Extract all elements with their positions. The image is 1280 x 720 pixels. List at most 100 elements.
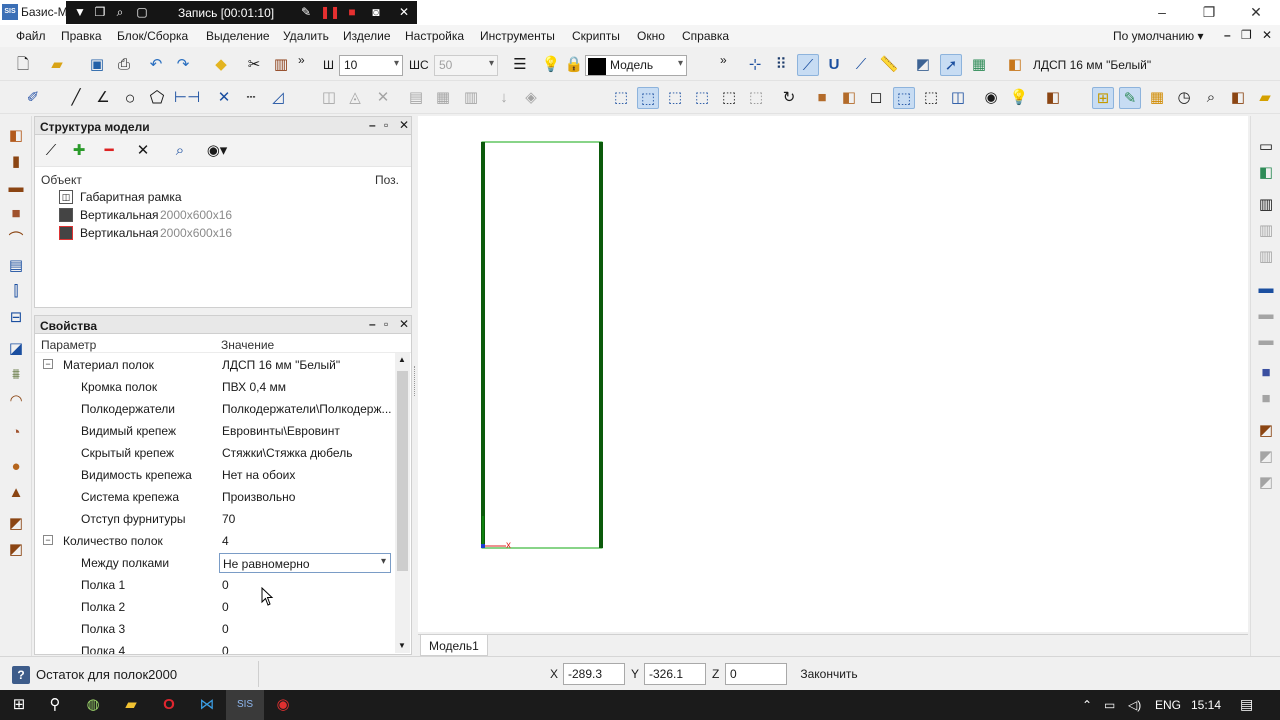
- menu-scripts[interactable]: Скрипты: [572, 29, 620, 43]
- measure-button[interactable]: 📏: [878, 54, 900, 76]
- right-tool-6[interactable]: ▬: [1255, 278, 1277, 300]
- opera-button[interactable]: O: [150, 690, 188, 720]
- view-bottom-button[interactable]: ⬚: [745, 87, 767, 109]
- disabled-tool-4[interactable]: ▤: [405, 87, 427, 109]
- hidden-lines-button[interactable]: ◻: [865, 87, 887, 109]
- prop-row[interactable]: − Количество полок 4: [35, 530, 395, 552]
- right-tool-13[interactable]: ◩: [1255, 472, 1277, 494]
- library-button[interactable]: ◆: [210, 54, 232, 76]
- cone-tool[interactable]: ▲: [5, 482, 27, 504]
- tree-tools-button[interactable]: ✕: [132, 140, 154, 162]
- collapse-icon[interactable]: −: [43, 359, 53, 369]
- curved-panel-tool[interactable]: ⌒: [5, 229, 27, 251]
- material-button[interactable]: ◧: [1004, 54, 1026, 76]
- select-mode-button[interactable]: ➚: [940, 54, 962, 76]
- volume-icon[interactable]: ◁): [1128, 698, 1141, 712]
- right-tool-4[interactable]: ▥: [1255, 220, 1277, 242]
- close-icon[interactable]: ✕: [1247, 3, 1265, 21]
- facade-tool[interactable]: ⩩: [5, 364, 27, 386]
- vertical-panel-tool[interactable]: ▮: [5, 151, 27, 173]
- dimension-tool-button[interactable]: ⊢⊣: [174, 87, 200, 109]
- disabled-tool-3[interactable]: ✕: [372, 87, 394, 109]
- circle-tool-button[interactable]: ○: [119, 87, 141, 109]
- zoom-region-button[interactable]: ⌕: [1200, 87, 1222, 109]
- horizontal-divider-tool[interactable]: ⊟: [5, 307, 27, 329]
- menu-tools[interactable]: Инструменты: [480, 29, 555, 43]
- tree-item-panel-2[interactable]: Вертикальная 2000x600x16: [35, 224, 411, 242]
- menu-file[interactable]: Файл: [16, 29, 46, 43]
- prop-row[interactable]: − Материал полок ЛДСП 16 мм "Белый": [35, 354, 395, 376]
- taskbar-app-1[interactable]: ◍: [74, 690, 112, 720]
- file-explorer-button[interactable]: ▰: [112, 690, 150, 720]
- y-coordinate-input[interactable]: -326.1: [644, 663, 706, 685]
- basis-app-icon[interactable]: SIS: [2, 4, 18, 20]
- wire-all-button[interactable]: ⬚: [920, 87, 942, 109]
- recorder-button[interactable]: ◉: [264, 690, 302, 720]
- panel-maximize-icon[interactable]: ▫: [384, 317, 388, 331]
- tree-item-panel-1[interactable]: Вертикальная 2000x600x16: [35, 206, 411, 224]
- divider-tool[interactable]: ⫿: [5, 281, 27, 303]
- prop-row[interactable]: Полка 3 0: [35, 618, 395, 640]
- right-tool-12[interactable]: ◩: [1255, 446, 1277, 468]
- toolbar-overflow-2[interactable]: »: [720, 53, 727, 67]
- start-button[interactable]: ⊞: [0, 690, 38, 720]
- tree-add-button[interactable]: ✚: [68, 140, 90, 162]
- mdi-restore-icon[interactable]: ❐: [1241, 28, 1252, 42]
- width-input[interactable]: 10 ▾: [339, 55, 403, 76]
- right-tool-7[interactable]: ▬: [1255, 304, 1277, 326]
- disabled-tool-6[interactable]: ▥: [460, 87, 482, 109]
- scrollbar-thumb[interactable]: [397, 371, 408, 571]
- window-icon[interactable]: ❐: [92, 5, 108, 20]
- close-recording-icon[interactable]: ✕: [396, 5, 412, 20]
- objects-button[interactable]: ◧: [1042, 87, 1064, 109]
- light-button[interactable]: 💡: [540, 54, 562, 76]
- panels-button[interactable]: ▦: [1146, 87, 1168, 109]
- prop-row[interactable]: Видимый крепеж Евровинты\Евровинт: [35, 420, 395, 442]
- finish-button[interactable]: Закончить: [794, 663, 864, 685]
- prop-row[interactable]: Видимость крепежа Нет на обоих: [35, 464, 395, 486]
- prop-row[interactable]: Система крепежа Произвольно: [35, 486, 395, 508]
- z-coordinate-input[interactable]: 0: [725, 663, 787, 685]
- zoom-icon[interactable]: ⌕: [112, 5, 128, 20]
- tray-overflow-icon[interactable]: ⌃: [1082, 698, 1092, 712]
- menu-window[interactable]: Окно: [637, 29, 665, 43]
- menu-delete[interactable]: Удалить: [283, 29, 329, 43]
- right-tool-10[interactable]: ■: [1255, 388, 1277, 410]
- assembly-tool[interactable]: ◩: [5, 539, 27, 561]
- prop-row[interactable]: Скрытый крепеж Стяжки\Стяжка дюбель: [35, 442, 395, 464]
- coord-system-button[interactable]: ⊹: [744, 54, 766, 76]
- menu-selection[interactable]: Выделение: [206, 29, 270, 43]
- grid-snap-button[interactable]: ⠿: [770, 54, 792, 76]
- menu-block[interactable]: Блок/Сборка: [117, 29, 188, 43]
- right-tool-11[interactable]: ◩: [1255, 420, 1277, 442]
- tree-visibility-button[interactable]: ◉▾: [201, 140, 233, 162]
- cut-button[interactable]: ✂: [243, 54, 265, 76]
- prop-row[interactable]: Полкодержатели Полкодержатели\Полкодерж.…: [35, 398, 395, 420]
- language-indicator[interactable]: ENG: [1155, 698, 1181, 712]
- toolbar-overflow[interactable]: »: [298, 53, 305, 67]
- view-front-button[interactable]: ⬚: [610, 87, 632, 109]
- search-button[interactable]: ⚲: [36, 690, 74, 720]
- offset-tool-button[interactable]: ◿: [267, 87, 289, 109]
- disabled-tool-8[interactable]: ◈: [520, 87, 542, 109]
- dashed-line-button[interactable]: ┄: [240, 87, 262, 109]
- pen-icon[interactable]: ✎: [298, 5, 314, 20]
- view-top-button[interactable]: ⬚: [637, 87, 659, 109]
- prop-row[interactable]: Полка 1 0: [35, 574, 395, 596]
- right-vertical-panel[interactable]: [599, 142, 603, 548]
- tree-remove-button[interactable]: ━: [98, 140, 120, 162]
- prop-row[interactable]: Полка 2 0: [35, 596, 395, 618]
- save-button[interactable]: ▣: [86, 54, 108, 76]
- profile-tool[interactable]: ◠: [5, 390, 27, 412]
- layout-preset-select[interactable]: По умолчанию ▾: [1113, 29, 1204, 43]
- new-file-button[interactable]: 🗋: [12, 54, 34, 76]
- collapse-icon[interactable]: −: [43, 535, 53, 545]
- line-snap-button[interactable]: ⟋: [850, 54, 872, 76]
- angle-tool-button[interactable]: ∠: [92, 87, 114, 109]
- drawer-tool[interactable]: ◪: [5, 338, 27, 360]
- wireframe-button[interactable]: ⬚: [893, 87, 915, 109]
- print-button[interactable]: ⎙: [113, 54, 135, 76]
- shelves-tool[interactable]: ▤: [5, 255, 27, 277]
- magnet-button[interactable]: U: [823, 54, 845, 76]
- help-icon[interactable]: ?: [12, 666, 30, 684]
